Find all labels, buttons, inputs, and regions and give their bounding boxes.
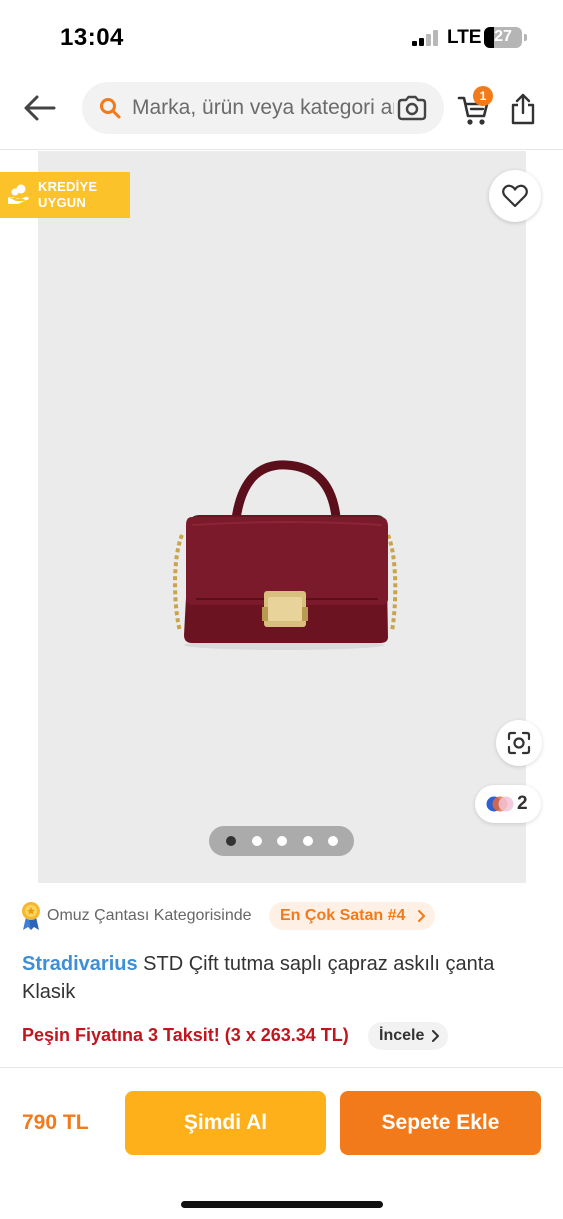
product-photo[interactable] xyxy=(38,151,526,883)
pager-dot[interactable] xyxy=(277,836,287,846)
product-price: 790 TL xyxy=(22,1111,89,1134)
pager-dot[interactable] xyxy=(251,836,262,846)
credit-icon xyxy=(8,184,29,204)
camera-icon[interactable] xyxy=(396,94,428,122)
search-input[interactable] xyxy=(132,82,394,134)
top-navigation: 1 xyxy=(0,74,563,150)
back-button[interactable] xyxy=(20,90,60,126)
credit-eligible-badge: KREDİYE UYGUN xyxy=(0,172,130,218)
buy-now-button[interactable]: Şimdi Al xyxy=(125,1091,326,1155)
heart-icon xyxy=(502,184,528,208)
variant-count: 2 xyxy=(517,793,528,814)
best-seller-text: En Çok Satan #4 xyxy=(280,907,406,924)
search-bar[interactable] xyxy=(82,82,444,134)
pager-dot[interactable] xyxy=(226,836,236,846)
category-ranking-row: Omuz Çantası Kategorisinde En Çok Satan … xyxy=(20,900,543,932)
battery-tip xyxy=(524,34,527,41)
visual-search-icon xyxy=(507,731,531,755)
pager-dot[interactable] xyxy=(328,836,338,846)
status-bar: 13:04 LTE 27 xyxy=(0,0,563,74)
image-pager[interactable] xyxy=(209,826,354,856)
inspect-button[interactable]: İncele xyxy=(368,1022,449,1050)
network-type: LTE xyxy=(447,27,482,48)
search-icon xyxy=(100,98,121,119)
buy-now-label: Şimdi Al xyxy=(183,1111,268,1134)
inspect-label: İncele xyxy=(379,1027,425,1044)
home-indicator[interactable] xyxy=(181,1201,383,1208)
cart-count-badge: 1 xyxy=(473,86,493,106)
color-variants-button[interactable]: 2 xyxy=(475,785,541,823)
battery-icon: 27 xyxy=(484,27,522,48)
best-seller-badge[interactable]: En Çok Satan #4 xyxy=(269,902,436,930)
product-image-gallery[interactable]: KREDİYE UYGUN 2 xyxy=(0,151,563,883)
color-variants-icon xyxy=(486,796,514,812)
share-icon xyxy=(511,93,535,125)
chevron-right-icon xyxy=(418,910,426,922)
visual-search-button[interactable] xyxy=(496,720,542,766)
share-button[interactable] xyxy=(510,92,536,126)
installment-row: Peşin Fiyatına 3 Taksit! (3 x 263.34 TL)… xyxy=(22,1022,542,1050)
chevron-right-icon xyxy=(432,1030,440,1042)
product-title: Stradivarius STD Çift tutma saplı çapraz… xyxy=(22,950,522,1006)
handbag-image xyxy=(173,460,398,650)
category-label: Omuz Çantası Kategorisinde xyxy=(47,907,252,924)
signal-icon xyxy=(412,30,440,46)
status-time: 13:04 xyxy=(60,24,124,51)
favorite-button[interactable] xyxy=(489,170,541,222)
battery-level: 27 xyxy=(494,28,512,45)
medal-icon xyxy=(22,902,40,930)
brand-link[interactable]: Stradivarius xyxy=(22,953,138,975)
purchase-bar: 790 TL Şimdi Al Sepete Ekle xyxy=(0,1067,563,1219)
add-to-cart-button[interactable]: Sepete Ekle xyxy=(340,1091,541,1155)
pager-dot[interactable] xyxy=(302,836,313,846)
back-arrow-icon xyxy=(24,95,56,121)
add-to-cart-label: Sepete Ekle xyxy=(381,1111,500,1134)
installment-text: Peşin Fiyatına 3 Taksit! (3 x 263.34 TL) xyxy=(22,1025,349,1045)
credit-badge-text: KREDİYE UYGUN xyxy=(38,179,98,210)
